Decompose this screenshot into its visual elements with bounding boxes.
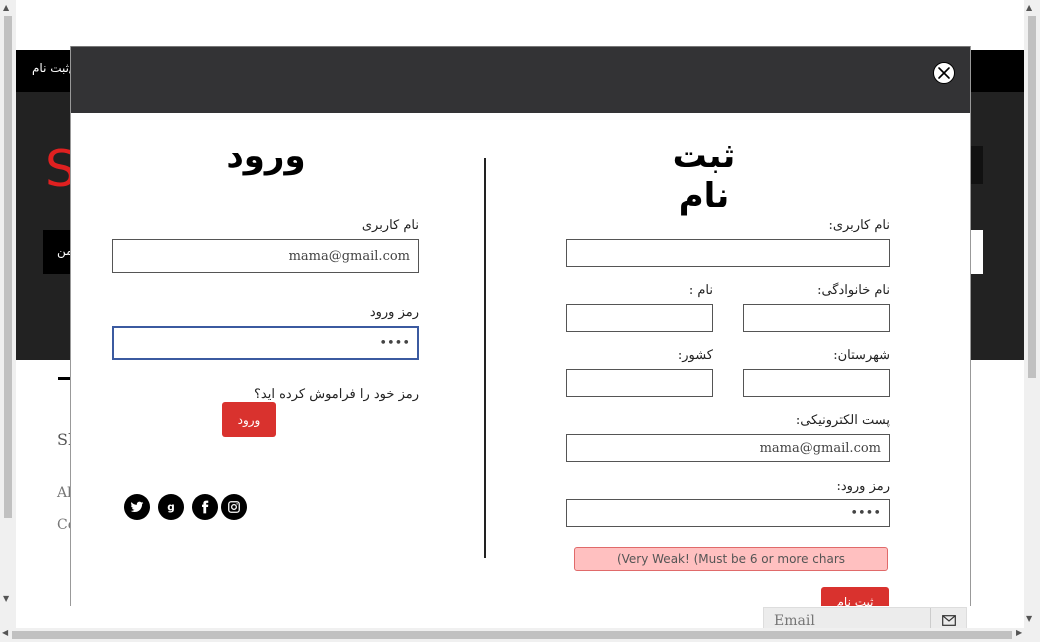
- lastname-label: نام خانوادگی:: [817, 283, 890, 298]
- column-divider: [484, 158, 486, 558]
- firstname-label: نام :: [688, 283, 713, 298]
- password-strength-warning: (Very Weak! (Must be 6 or more chars: [574, 547, 888, 571]
- country-input[interactable]: [566, 369, 713, 397]
- twitter-button[interactable]: [124, 494, 150, 520]
- auth-modal: ثبت نام نام کاربری: نام خانوادگی: نام : …: [70, 46, 971, 606]
- register-password-label: رمز ورود:: [836, 479, 890, 494]
- email-label: پست الکترونیکی:: [795, 413, 890, 428]
- scroll-left-icon[interactable]: ◀: [2, 628, 8, 637]
- svg-text:g: g: [167, 502, 175, 514]
- register-submit-button[interactable]: ثبت نام: [821, 587, 889, 606]
- login-password-input[interactable]: [112, 326, 419, 360]
- email-input[interactable]: [566, 434, 890, 462]
- login-submit-button[interactable]: ورود: [222, 402, 276, 437]
- envelope-icon: [942, 614, 956, 626]
- register-password-input[interactable]: [566, 499, 890, 527]
- vertical-scrollbar-thumb[interactable]: [1028, 16, 1036, 378]
- google-icon: g: [167, 502, 175, 514]
- facebook-icon: [202, 500, 209, 514]
- instagram-icon: [228, 501, 240, 513]
- left-scrollbar-thumb[interactable]: [4, 16, 12, 518]
- twitter-icon: [130, 501, 144, 513]
- firstname-input[interactable]: [566, 304, 713, 332]
- close-x-icon: [938, 67, 950, 79]
- instagram-button[interactable]: [221, 494, 247, 520]
- login-username-label: نام کاربری: [361, 218, 419, 233]
- left-scroll-up-icon[interactable]: ▲: [3, 3, 9, 12]
- forgot-password-link[interactable]: رمز خود را فراموش کرده اید؟: [219, 387, 419, 402]
- horizontal-scrollbar-thumb[interactable]: [12, 631, 1012, 639]
- login-username-input[interactable]: [112, 239, 419, 273]
- lastname-input[interactable]: [743, 304, 890, 332]
- country-label: کشور:: [677, 348, 713, 363]
- login-password-label: رمز ورود: [369, 305, 419, 320]
- scroll-down-icon[interactable]: ▼: [1026, 614, 1032, 623]
- login-title: ورود: [226, 136, 306, 176]
- city-input[interactable]: [743, 369, 890, 397]
- close-button[interactable]: [933, 62, 955, 84]
- city-label: شهرستان:: [833, 348, 890, 363]
- modal-header: [71, 46, 970, 113]
- google-button[interactable]: g: [158, 494, 184, 520]
- left-scroll-down-icon[interactable]: ▼: [3, 594, 9, 603]
- register-username-label: نام کاربری:: [828, 218, 890, 233]
- facebook-button[interactable]: [192, 494, 218, 520]
- scroll-right-icon[interactable]: ▶: [1016, 628, 1022, 637]
- register-title: ثبت نام: [672, 136, 736, 216]
- register-username-input[interactable]: [566, 239, 890, 267]
- scroll-up-icon[interactable]: ▲: [1026, 3, 1032, 12]
